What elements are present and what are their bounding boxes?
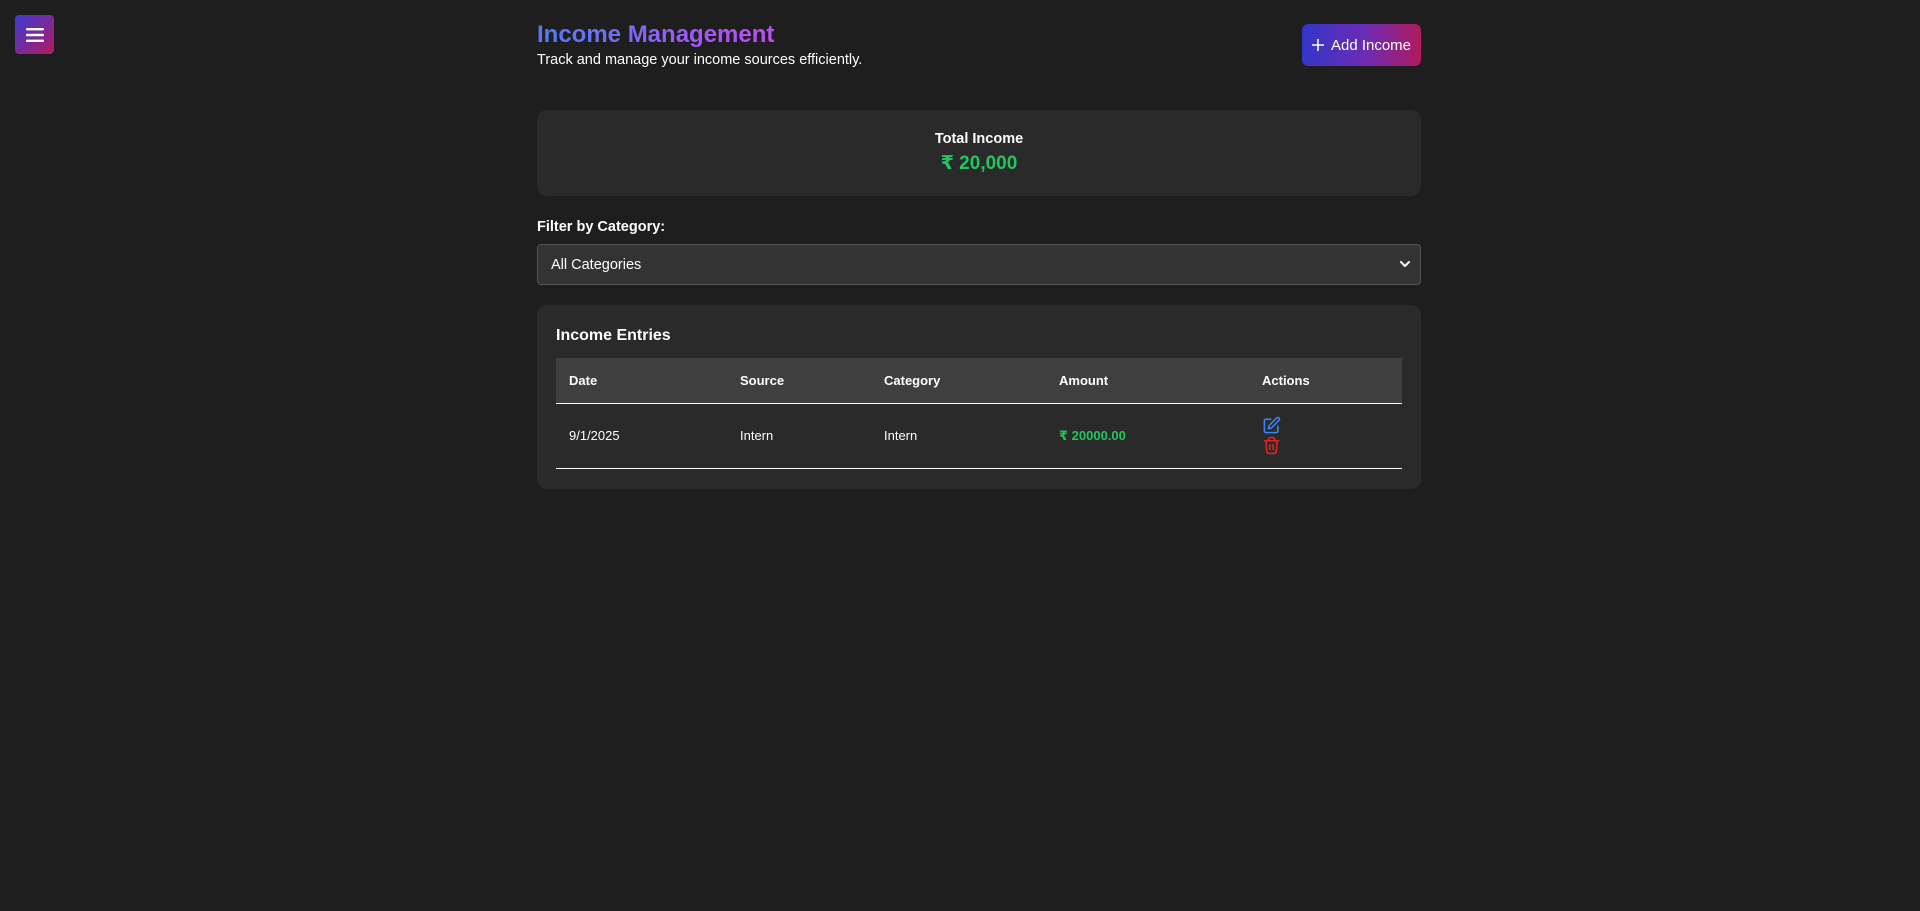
column-header-actions: Actions (1249, 358, 1402, 404)
income-entries-card: Income Entries Date Source Category Amou… (537, 305, 1421, 489)
hamburger-menu-icon (25, 27, 44, 42)
category-filter-value: All Categories (551, 256, 642, 273)
column-header-category: Category (871, 358, 1046, 404)
add-income-label: Add Income (1330, 36, 1412, 54)
page-title: Income Management (537, 20, 862, 50)
cell-actions (1249, 403, 1402, 469)
cell-source: Intern (727, 403, 871, 469)
edit-icon[interactable] (1262, 416, 1281, 435)
table-header-row: Date Source Category Amount Actions (556, 358, 1402, 404)
plus-icon (1311, 39, 1324, 51)
chevron-down-icon (1400, 261, 1410, 267)
total-income-value: ₹ 20,000 (940, 153, 1018, 174)
add-income-button[interactable]: Add Income (1302, 24, 1421, 66)
main-content: Income Management Track and manage your … (537, 20, 1421, 489)
total-income-label: Total Income (934, 131, 1024, 147)
column-header-source: Source (727, 358, 871, 404)
delete-icon[interactable] (1262, 436, 1281, 455)
income-table: Date Source Category Amount Actions 9/1/… (556, 358, 1402, 469)
page-header: Income Management Track and manage your … (537, 20, 1421, 90)
menu-button[interactable] (15, 15, 54, 54)
title-block: Income Management Track and manage your … (537, 20, 862, 68)
column-header-amount: Amount (1046, 358, 1249, 404)
cell-category: Intern (871, 403, 1046, 469)
category-filter-select[interactable]: All Categories (537, 244, 1421, 285)
filter-label: Filter by Category: (537, 219, 666, 235)
column-header-date: Date (556, 358, 727, 404)
income-entries-title: Income Entries (556, 327, 671, 344)
table-row: 9/1/2025 Intern Intern ₹ 20000.00 (556, 403, 1402, 469)
cell-amount: ₹ 20000.00 (1046, 403, 1249, 469)
total-income-card: Total Income ₹ 20,000 (537, 110, 1421, 196)
page-subtitle: Track and manage your income sources eff… (537, 52, 863, 68)
cell-date: 9/1/2025 (556, 403, 727, 469)
